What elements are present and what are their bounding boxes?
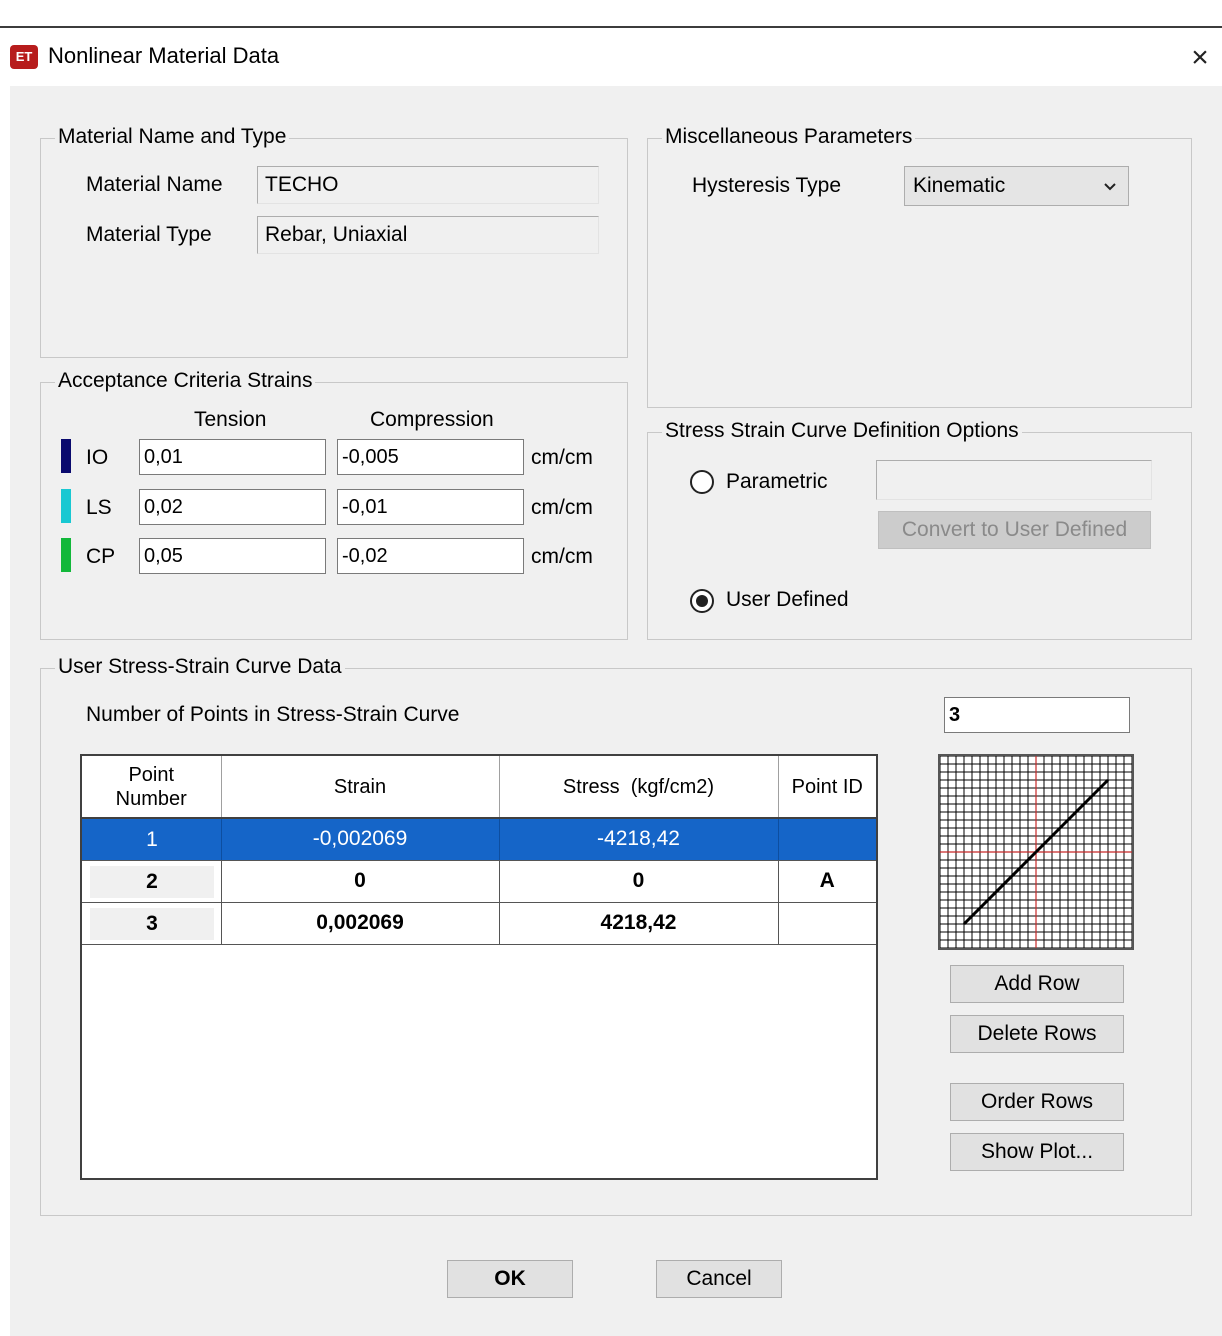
stress-cell[interactable]: 0 <box>499 860 779 903</box>
point-id-cell[interactable] <box>778 902 876 945</box>
user-defined-label[interactable]: User Defined <box>726 588 849 612</box>
stress-strain-table: Point Number Strain Stress (kgf/cm2) Poi… <box>80 754 878 1180</box>
point-id-cell[interactable] <box>778 818 876 861</box>
misc-group-title: Miscellaneous Parameters <box>662 125 916 149</box>
io-color-swatch <box>61 439 71 473</box>
material-group-title: Material Name and Type <box>55 125 290 149</box>
point-id-cell[interactable]: A <box>778 860 876 903</box>
ls-label: LS <box>86 496 112 519</box>
stress-cell[interactable]: -4218,42 <box>499 818 779 861</box>
material-type-field: Rebar, Uniaxial <box>257 216 599 254</box>
material-name-label: Material Name <box>86 173 223 196</box>
cancel-button[interactable]: Cancel <box>656 1260 782 1298</box>
ls-unit-label: cm/cm <box>531 496 593 519</box>
num-points-label: Number of Points in Stress-Strain Curve <box>86 703 460 726</box>
show-plot-button[interactable]: Show Plot... <box>950 1133 1124 1171</box>
acceptance-group-title: Acceptance Criteria Strains <box>55 369 316 393</box>
table-row[interactable]: 3 0,002069 4218,42 <box>82 902 876 945</box>
compression-header: Compression <box>370 408 494 431</box>
material-name-field: TECHO <box>257 166 599 204</box>
ls-compression-input[interactable]: -0,01 <box>337 489 524 525</box>
cp-tension-input[interactable]: 0,05 <box>139 538 326 574</box>
row-header-cell[interactable]: 3 <box>82 902 222 945</box>
hysteresis-type-select[interactable]: Kinematic <box>904 166 1129 206</box>
cp-color-swatch <box>61 538 71 572</box>
row-header-cell[interactable]: 1 <box>82 818 222 861</box>
strain-cell[interactable]: 0,002069 <box>221 902 500 945</box>
row-header-cell[interactable]: 2 <box>82 860 222 903</box>
add-row-button[interactable]: Add Row <box>950 965 1124 1003</box>
hysteresis-type-value: Kinematic <box>913 174 1006 197</box>
stress-header: Stress (kgf/cm2) <box>499 756 779 819</box>
strain-cell[interactable]: 0 <box>221 860 500 903</box>
num-points-input[interactable]: 3 <box>944 697 1130 733</box>
tension-header: Tension <box>194 408 267 431</box>
cp-label: CP <box>86 545 116 568</box>
stress-strain-preview-plot <box>938 754 1134 950</box>
plot-curve-segment <box>962 850 1038 926</box>
top-strip <box>0 0 1222 28</box>
curve-options-group-title: Stress Strain Curve Definition Options <box>662 419 1022 443</box>
plot-curve-segment <box>1034 778 1110 854</box>
io-compression-input[interactable]: -0,005 <box>337 439 524 475</box>
io-label: IO <box>86 446 109 469</box>
io-unit-label: cm/cm <box>531 446 593 469</box>
table-header-row: Point Number Strain Stress (kgf/cm2) Poi… <box>82 756 876 819</box>
ls-tension-input[interactable]: 0,02 <box>139 489 326 525</box>
row-number: 1 <box>146 828 158 851</box>
hysteresis-type-label: Hysteresis Type <box>692 174 841 197</box>
dialog-client-area: Material Name and Type Material Name TEC… <box>10 86 1222 1336</box>
point-number-header-text: Point Number <box>115 763 187 810</box>
window-title: Nonlinear Material Data <box>48 43 280 68</box>
strain-cell[interactable]: -0,002069 <box>221 818 500 861</box>
convert-to-user-defined-button[interactable]: Convert to User Defined <box>878 511 1151 549</box>
chevron-down-icon <box>1104 183 1116 191</box>
table-row[interactable]: 2 0 0 A <box>82 860 876 903</box>
preview-plot-svg <box>939 755 1133 949</box>
parametric-label[interactable]: Parametric <box>726 470 828 494</box>
parametric-radio[interactable] <box>690 470 714 494</box>
parametric-field <box>876 460 1152 500</box>
strain-header: Strain <box>221 756 500 819</box>
cp-unit-label: cm/cm <box>531 545 593 568</box>
row-number: 3 <box>90 907 214 940</box>
title-bar: ET Nonlinear Material Data × <box>0 30 1222 86</box>
cp-compression-input[interactable]: -0,02 <box>337 538 524 574</box>
row-number: 2 <box>90 865 214 898</box>
ls-color-swatch <box>61 489 71 523</box>
close-icon[interactable]: × <box>1180 38 1220 78</box>
point-id-header: Point ID <box>778 756 876 819</box>
point-number-header: Point Number <box>82 756 222 819</box>
table-row[interactable]: 1 -0,002069 -4218,42 <box>82 818 876 861</box>
delete-rows-button[interactable]: Delete Rows <box>950 1015 1124 1053</box>
io-tension-input[interactable]: 0,01 <box>139 439 326 475</box>
order-rows-button[interactable]: Order Rows <box>950 1083 1124 1121</box>
material-type-label: Material Type <box>86 223 212 246</box>
app-icon: ET <box>10 45 38 69</box>
user-defined-radio[interactable] <box>690 589 714 613</box>
curve-data-group-title: User Stress-Strain Curve Data <box>55 655 345 679</box>
ok-button[interactable]: OK <box>447 1260 573 1298</box>
stress-cell[interactable]: 4218,42 <box>499 902 779 945</box>
